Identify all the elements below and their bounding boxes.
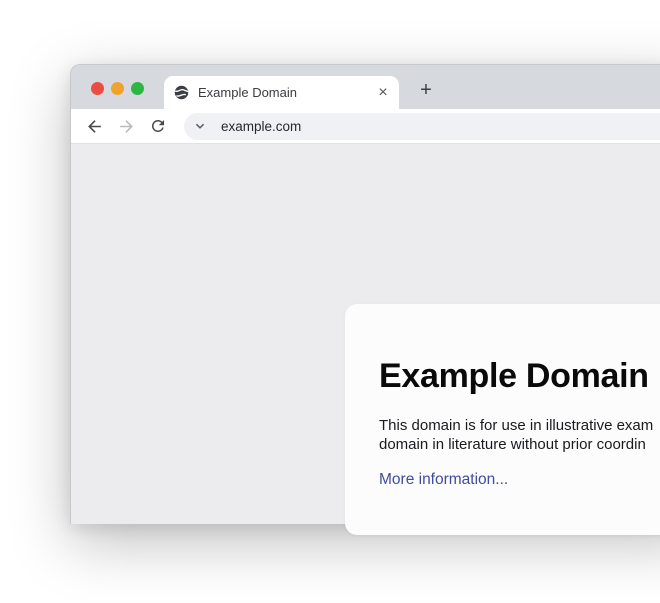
- active-tab[interactable]: Example Domain ×: [164, 76, 399, 109]
- page-title: Example Domain: [379, 356, 660, 396]
- new-tab-button[interactable]: +: [412, 76, 440, 104]
- url-text: example.com: [221, 119, 301, 134]
- globe-icon: [174, 85, 189, 100]
- tab-bar: Example Domain × +: [71, 65, 660, 109]
- back-arrow-icon: [85, 117, 104, 136]
- reload-button[interactable]: [144, 112, 172, 140]
- back-button[interactable]: [80, 112, 108, 140]
- browser-window: Example Domain × + exam: [70, 64, 660, 524]
- close-window-button[interactable]: [91, 82, 104, 95]
- chevron-down-icon[interactable]: [192, 118, 208, 134]
- minimize-window-button[interactable]: [111, 82, 124, 95]
- tab-close-icon[interactable]: ×: [374, 84, 392, 102]
- toolbar: example.com: [71, 109, 660, 144]
- body-text-line: domain in literature without prior coord…: [379, 436, 660, 455]
- maximize-window-button[interactable]: [131, 82, 144, 95]
- forward-arrow-icon: [117, 117, 136, 136]
- body-text-line: This domain is for use in illustrative e…: [379, 417, 660, 436]
- body-text: This domain is for use in illustrative e…: [379, 417, 660, 454]
- forward-button[interactable]: [112, 112, 140, 140]
- example-domain-card: Example Domain This domain is for use in…: [345, 304, 660, 535]
- page-content: Example Domain This domain is for use in…: [71, 144, 660, 603]
- reload-icon: [149, 117, 167, 135]
- traffic-lights: [91, 82, 144, 95]
- tab-title: Example Domain: [198, 85, 374, 100]
- address-bar[interactable]: example.com: [184, 113, 660, 140]
- more-information-link[interactable]: More information...: [379, 471, 508, 489]
